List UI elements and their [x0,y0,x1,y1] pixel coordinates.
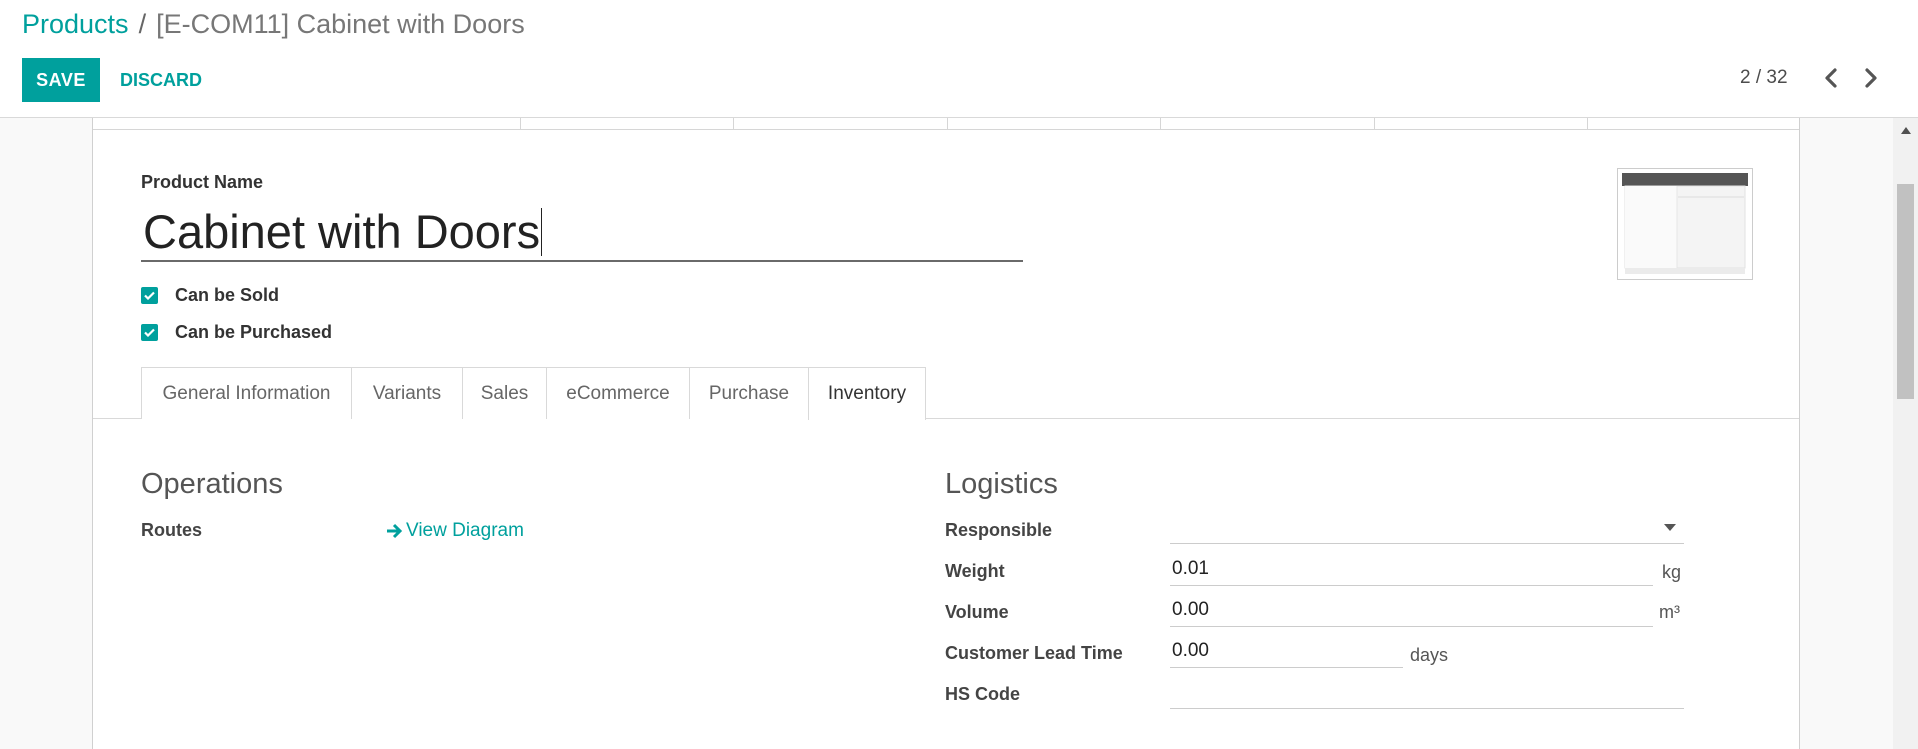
chevron-right-icon [1865,68,1877,88]
hs-code-label: HS Code [945,684,1021,704]
tab-sales[interactable]: Sales [463,367,547,419]
smart-button-divider [733,118,734,130]
smart-button-divider [520,118,521,130]
control-panel: Products / [E-COM11] Cabinet with Doors SA… [0,0,1918,118]
chevron-left-icon [1825,68,1837,88]
arrow-right-icon [387,523,403,539]
responsible-label: Responsible [945,520,1053,540]
can-be-purchased-checkbox[interactable] [141,324,158,341]
caret-down-icon [1664,524,1676,531]
can-be-sold-label[interactable]: Can be Sold [175,285,279,306]
can-be-purchased-row[interactable]: Can be Purchased [141,322,332,343]
pager-previous-button[interactable] [1817,64,1845,92]
volume-label: Volume [945,602,1009,622]
weight-label: Weight [945,561,1005,581]
scroll-up-button[interactable] [1893,122,1918,138]
form-sheet: Product Name Cabinet with Doors Can be S… [92,118,1800,749]
save-button[interactable]: SAVE [22,58,100,102]
text-cursor [541,208,543,256]
tab-ecommerce[interactable]: eCommerce [547,367,690,419]
routes-label: Routes [141,520,203,540]
pager-next-button[interactable] [1857,64,1885,92]
logistics-title: Logistics [945,468,1058,500]
smart-button-divider [1374,118,1375,130]
weight-unit: kg [1662,562,1682,582]
tab-variants[interactable]: Variants [352,367,463,419]
hs-code-input[interactable] [1170,675,1684,709]
responsible-select[interactable] [1170,510,1684,544]
caret-up-icon [1900,126,1911,134]
view-diagram-label[interactable]: View Diagram [406,520,524,542]
tab-purchase[interactable]: Purchase [690,367,809,419]
weight-input[interactable]: 0.01 [1170,552,1653,586]
scrollbar[interactable] [1893,118,1918,749]
can-be-sold-row[interactable]: Can be Sold [141,285,279,306]
pager-value[interactable]: 2 / 32 [1740,67,1788,89]
tab-inventory[interactable]: Inventory [808,367,926,420]
product-name-label: Product Name [141,172,264,192]
product-name-input[interactable]: Cabinet with Doors [141,202,1023,262]
tab-general-information[interactable]: General Information [141,367,352,419]
customer-lead-time-input[interactable]: 0.00 [1170,634,1403,668]
notebook-tabs: General Information Variants Sales eComm… [93,367,1799,420]
breadcrumb-products-link[interactable]: Products [22,9,129,39]
breadcrumb: Products / [E-COM11] Cabinet with Doors [22,8,525,40]
smart-button-divider [947,118,948,130]
product-image[interactable] [1617,168,1753,280]
smart-button-divider [1160,118,1161,130]
operations-title: Operations [141,468,283,500]
breadcrumb-separator: / [138,9,147,39]
smart-button-bar [93,118,1799,130]
discard-button[interactable]: DISCARD [112,58,210,102]
can-be-purchased-label[interactable]: Can be Purchased [175,322,332,343]
checkmark-icon [144,291,155,300]
volume-unit: m³ [1659,602,1680,622]
product-name-value: Cabinet with Doors [143,205,541,258]
view-diagram-link[interactable]: View Diagram [385,520,524,542]
cabinet-image [1622,173,1748,274]
checkmark-icon [144,328,155,337]
customer-lead-time-unit: days [1410,645,1449,665]
smart-button-divider [1587,118,1588,130]
volume-input[interactable]: 0.00 [1170,593,1653,627]
scrollbar-thumb[interactable] [1897,184,1914,399]
breadcrumb-current: [E-COM11] Cabinet with Doors [156,9,525,39]
customer-lead-time-label: Customer Lead Time [945,643,1123,663]
can-be-sold-checkbox[interactable] [141,287,158,304]
